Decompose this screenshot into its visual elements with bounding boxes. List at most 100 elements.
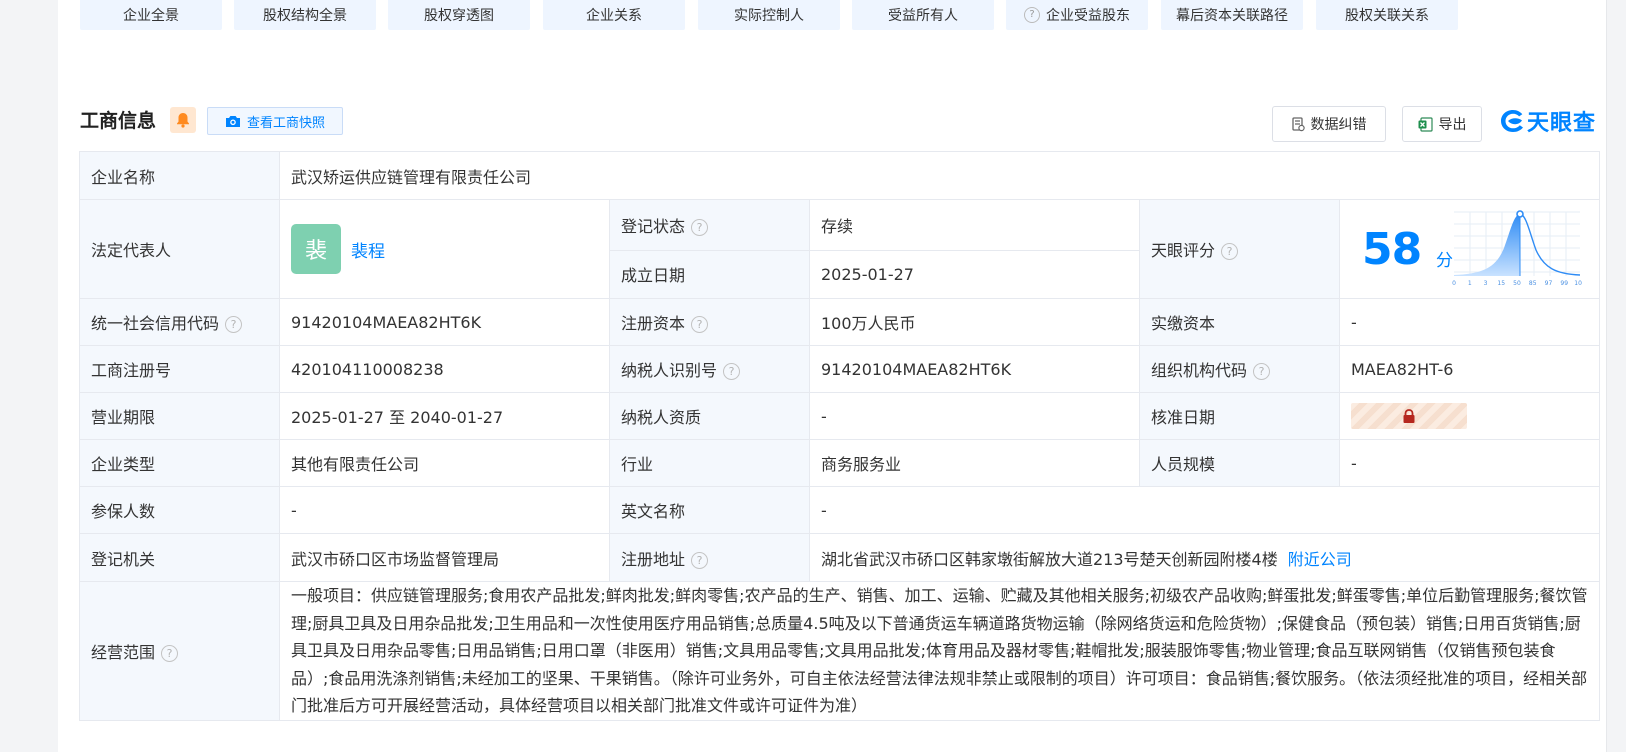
tab-equity-structure[interactable]: 股权结构全景 [234, 0, 376, 30]
approve-date-label: 核准日期 [1139, 392, 1340, 440]
question-icon[interactable]: ? [691, 316, 709, 333]
legal-rep-label: 法定代表人 [79, 199, 280, 299]
score-label: 天眼评分 [1151, 241, 1216, 260]
authority-label: 登记机关 [79, 533, 280, 582]
english-name-label: 英文名称 [609, 486, 810, 534]
taxpayer-qual-label: 纳税人资质 [609, 392, 810, 440]
tab-beneficiary[interactable]: 受益所有人 [852, 0, 994, 30]
tab-overview[interactable]: 企业全景 [80, 0, 222, 30]
data-correction-label: 数据纠错 [1310, 117, 1367, 133]
question-icon[interactable]: ? [225, 316, 243, 333]
bell-icon[interactable] [170, 107, 196, 133]
tab-actual-controller[interactable]: 实际控制人 [698, 0, 840, 30]
export-label: 导出 [1438, 117, 1467, 133]
tab-equity-relations[interactable]: 股权关联关系 [1316, 0, 1458, 30]
company-type-value: 其他有限责任公司 [279, 439, 610, 487]
score-tick-label: 3 [1484, 280, 1488, 286]
feedback-icon [1291, 116, 1305, 131]
business-info-table: 企业名称 武汉矫运供应链管理有限责任公司 法定代表人 裴裴程 登记状态? 存续 … [79, 151, 1601, 721]
staff-size-label: 人员规模 [1139, 439, 1340, 487]
tab-beneficial-shareholder[interactable]: ? 企业受益股东 [1006, 0, 1148, 30]
tab-label: 股权结构全景 [263, 8, 347, 24]
paid-capital-label: 实缴资本 [1139, 298, 1340, 346]
address-label: 注册地址 [621, 549, 686, 569]
question-icon[interactable]: ? [691, 551, 709, 569]
legal-rep-link[interactable]: 裴程 [351, 242, 385, 262]
question-icon: ? [1024, 7, 1040, 23]
question-icon[interactable]: ? [691, 218, 709, 236]
score-tick-label: 1 [1468, 280, 1472, 286]
industry-value: 商务服务业 [809, 439, 1140, 487]
table-row: 登记机关 武汉市硚口区市场监督管理局 注册地址? 湖北省武汉市硚口区韩家墩街解放… [79, 533, 1601, 582]
address-value: 湖北省武汉市硚口区韩家墩街解放大道213号楚天创新园附楼4楼 [821, 549, 1278, 569]
table-row: 营业期限 2025-01-27 至 2040-01-27 纳税人资质 - 核准日… [79, 392, 1601, 440]
table-row: 企业类型 其他有限责任公司 行业 商务服务业 人员规模 - [79, 439, 1601, 487]
score-tick-label: 85 [1529, 280, 1537, 286]
tab-label: 实际控制人 [734, 8, 804, 24]
org-code-value: MAEA82HT-6 [1338, 345, 1601, 393]
taxpayer-qual-value: - [809, 392, 1140, 440]
tab-label: 股权穿透图 [424, 8, 494, 24]
tab-label: 企业受益股东 [1046, 8, 1130, 24]
question-icon[interactable]: ? [1253, 363, 1271, 380]
address-cell: 湖北省武汉市硚口区韩家墩街解放大道213号楚天创新园附楼4楼 附近公司 [808, 533, 1601, 582]
score-value: 58 [1362, 224, 1422, 275]
reg-capital-value: 100万人民币 [809, 298, 1140, 346]
tab-label: 企业关系 [586, 8, 642, 24]
table-row: 经营范围? 一般项目：供应链管理服务;食用农产品批发;鲜肉批发;鲜肉零售;农产品… [79, 581, 1601, 721]
locked-value[interactable] [1351, 403, 1467, 429]
biz-reg-no-label: 工商注册号 [79, 345, 280, 393]
insured-value: - [279, 486, 610, 534]
paid-capital-value: - [1338, 298, 1601, 346]
score-tick-label: 97 [1545, 280, 1553, 286]
lock-icon [1403, 408, 1415, 423]
table-row: 统一社会信用代码? 91420104MAEA82HT6K 注册资本? 100万人… [79, 298, 1601, 346]
tab-capital-path[interactable]: 幕后资本关联路径 [1161, 0, 1303, 30]
table-row: 参保人数 - 英文名称 - [79, 486, 1601, 534]
credit-code-label: 统一社会信用代码 [91, 314, 220, 333]
export-button[interactable]: 导出 [1402, 106, 1482, 142]
score-unit: 分 [1436, 251, 1453, 271]
term-label: 营业期限 [79, 392, 280, 440]
score-tick-label: 0 [1452, 280, 1456, 286]
scope-value: 一般项目：供应链管理服务;食用农产品批发;鲜肉批发;鲜肉零售;农产品的生产、销售… [278, 581, 1601, 721]
reg-status-label: 登记状态 [621, 216, 686, 236]
snapshot-label: 查看工商快照 [246, 115, 325, 131]
authority-value: 武汉市硚口区市场监督管理局 [279, 533, 610, 582]
taxpayer-id-label: 纳税人识别号 [621, 361, 718, 380]
scope-label: 经营范围 [91, 642, 156, 662]
address-label-cell: 注册地址? [609, 533, 810, 582]
tianyancha-logo-icon: 天眼查 [1499, 107, 1597, 136]
question-icon[interactable]: ? [1221, 243, 1239, 260]
tab-relations[interactable]: 企业关系 [543, 0, 685, 30]
score-tick-label: 15 [1497, 280, 1505, 286]
score-widget[interactable]: 58 分 0 1 3 15 50 85 97 99 100 [1340, 200, 1599, 298]
view-snapshot-button[interactable]: 查看工商快照 [207, 107, 343, 135]
company-type-label: 企业类型 [79, 439, 280, 487]
reg-capital-label-cell: 注册资本? [609, 298, 810, 346]
tab-equity-penetration[interactable]: 股权穿透图 [388, 0, 530, 30]
term-value: 2025-01-27 至 2040-01-27 [279, 392, 610, 440]
org-code-label-cell: 组织机构代码? [1139, 345, 1340, 393]
tab-label: 股权关联关系 [1345, 8, 1429, 24]
taxpayer-id-label-cell: 纳税人识别号? [609, 345, 810, 393]
data-correction-button[interactable]: 数据纠错 [1272, 106, 1386, 142]
reg-capital-label: 注册资本 [621, 314, 686, 333]
staff-size-value: - [1338, 439, 1601, 487]
section-title: 工商信息 [80, 110, 157, 132]
biz-reg-no-value: 420104110008238 [279, 345, 610, 393]
insured-label: 参保人数 [79, 486, 280, 534]
company-name-label: 企业名称 [79, 151, 280, 200]
excel-icon [1418, 116, 1433, 132]
logo-text: 天眼查 [1527, 111, 1597, 136]
taxpayer-id-value: 91420104MAEA82HT6K [809, 345, 1140, 393]
score-label-cell: 天眼评分? [1139, 199, 1340, 299]
reg-status-value: 存续 [809, 199, 1140, 251]
avatar: 裴 [291, 224, 341, 274]
question-icon[interactable]: ? [161, 644, 179, 662]
credit-code-label-cell: 统一社会信用代码? [79, 298, 280, 346]
question-icon[interactable]: ? [723, 363, 741, 380]
nearby-companies-link[interactable]: 附近公司 [1288, 550, 1352, 569]
english-name-value: - [808, 486, 1601, 534]
found-date-value: 2025-01-27 [809, 249, 1140, 300]
